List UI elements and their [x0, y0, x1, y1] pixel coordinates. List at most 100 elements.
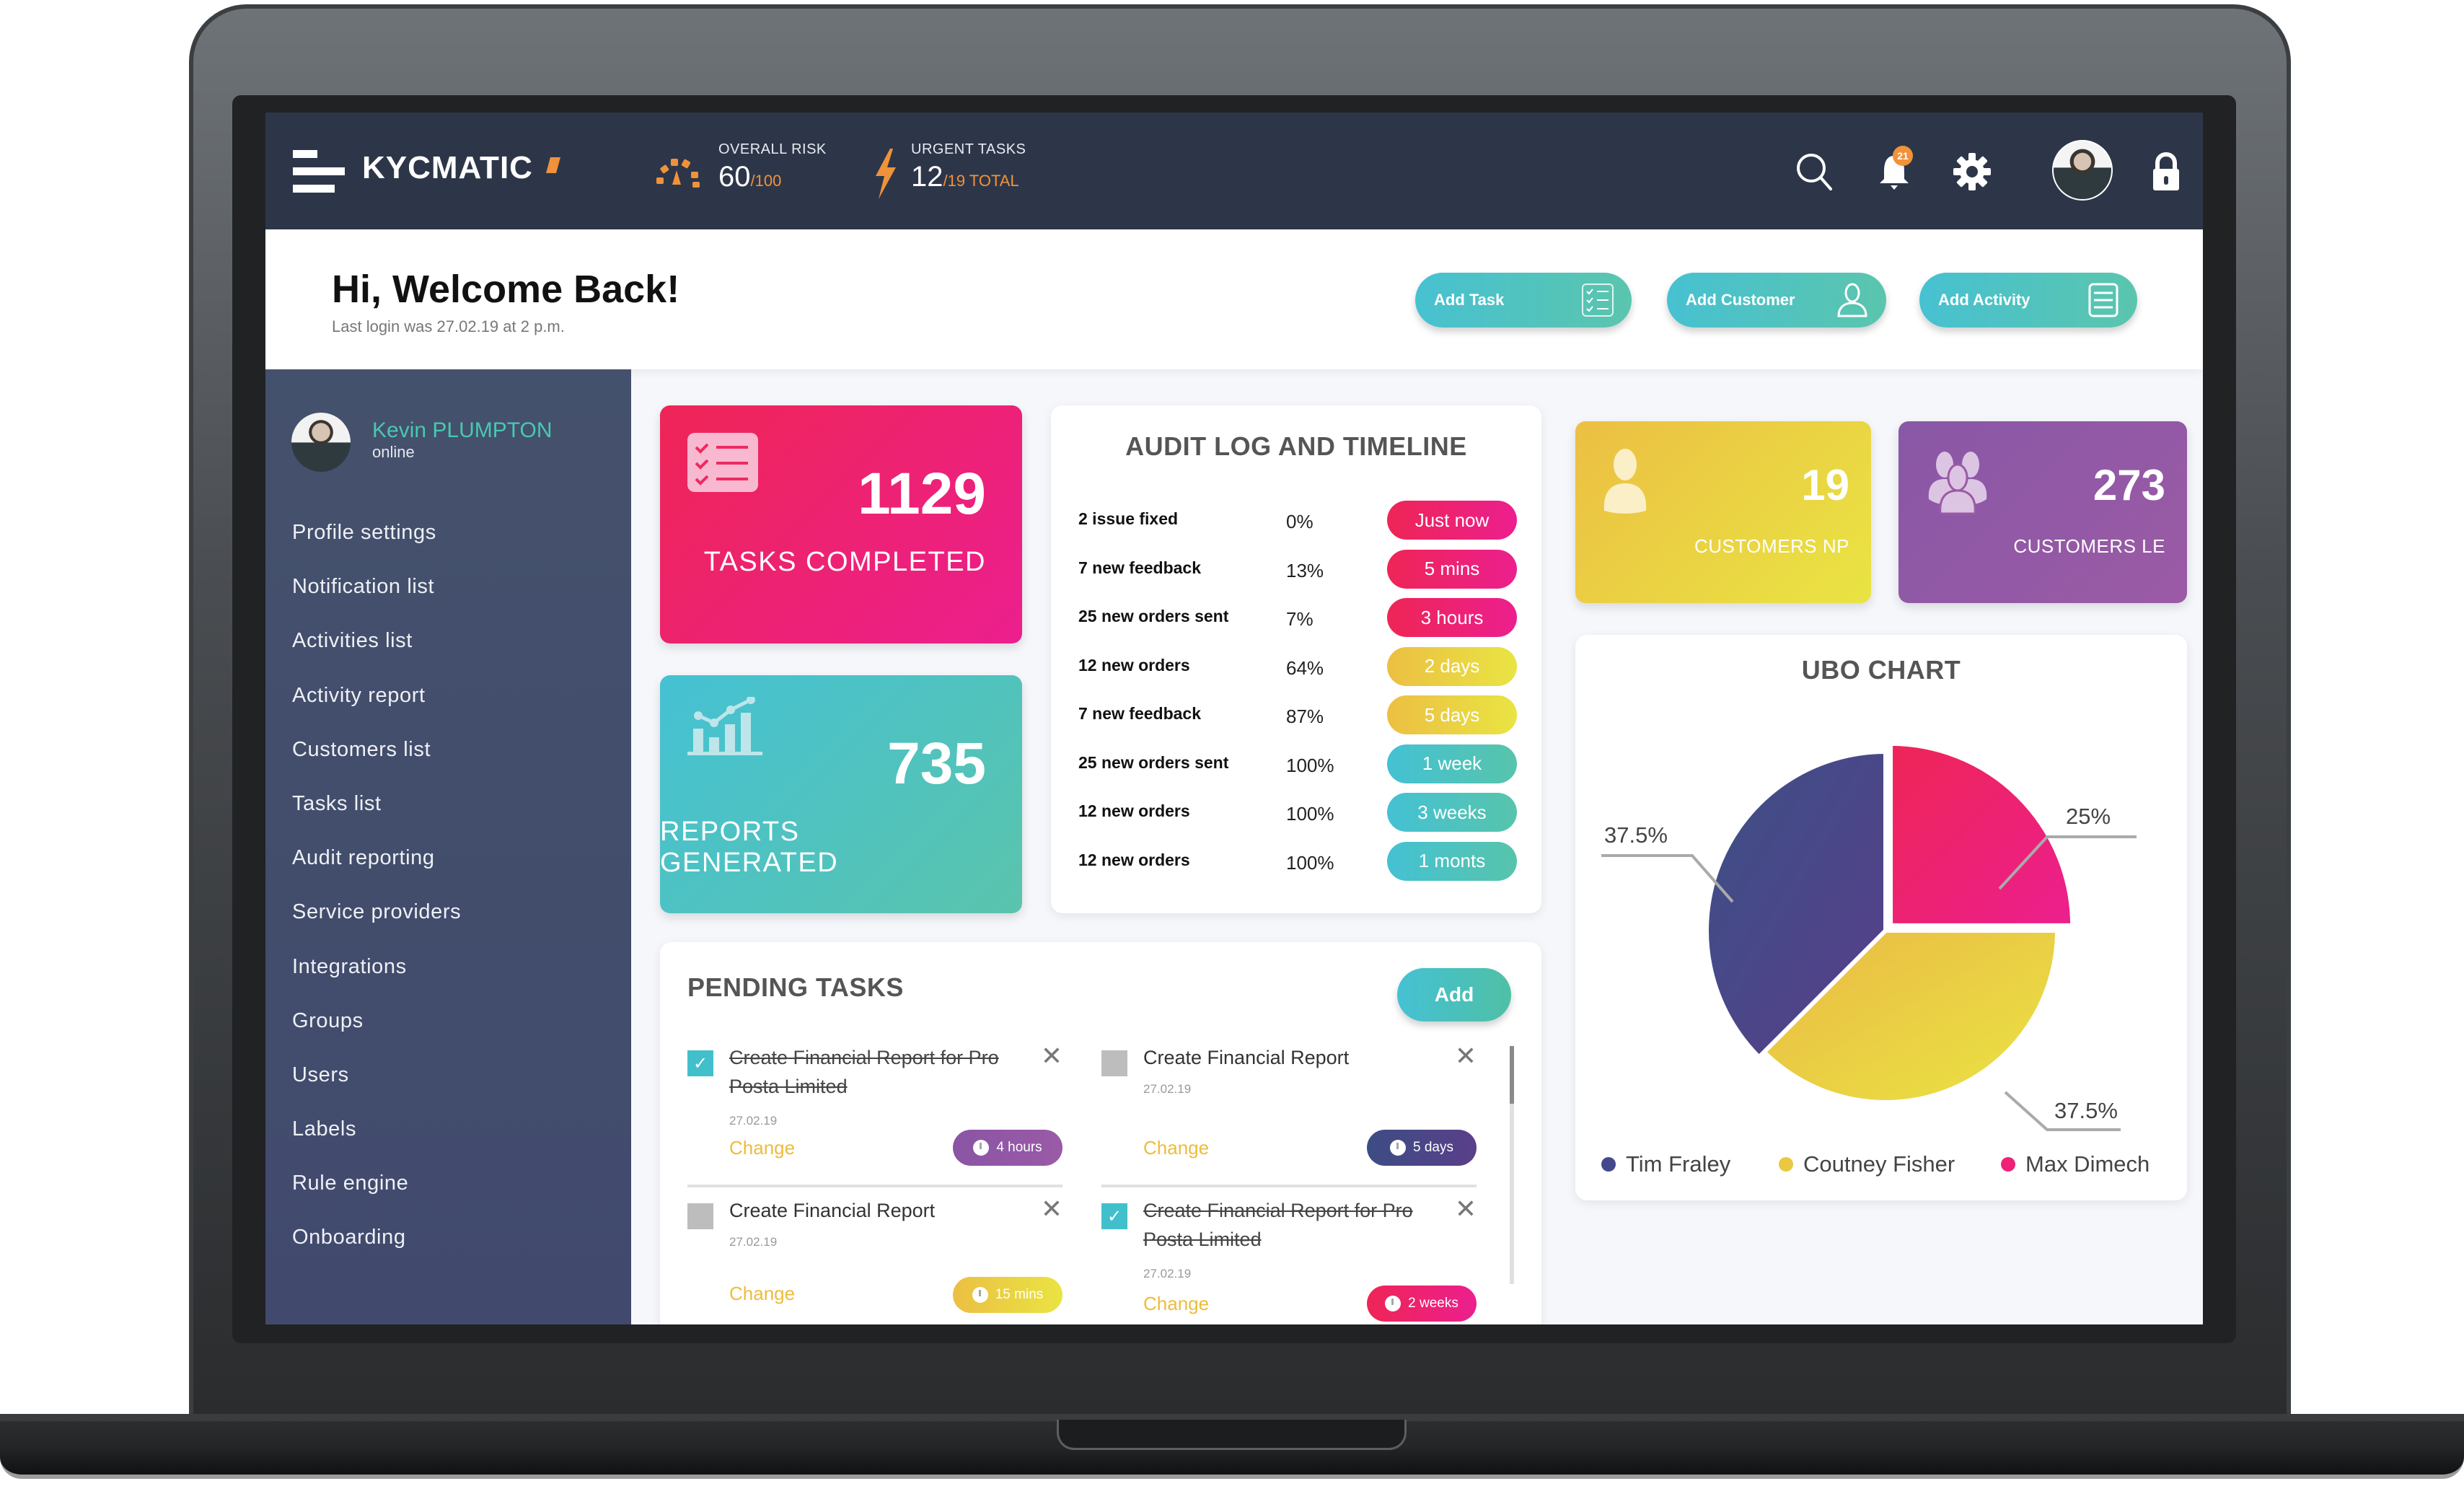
pending-tasks-card: PENDING TASKS Add ✓ Create Financial Repo…: [660, 942, 1541, 1324]
gear-icon[interactable]: [1950, 150, 1994, 193]
sidebar-item-labels[interactable]: Labels: [292, 1117, 461, 1172]
task-divider: [687, 1185, 1062, 1187]
tasks-scrollbar[interactable]: [1510, 1046, 1514, 1284]
reports-generated-card[interactable]: 735 REPORTS GENERATED: [660, 675, 1022, 913]
sidebar-item-groups[interactable]: Groups: [292, 1009, 461, 1063]
pie-slice-max-dimech[interactable]: [1888, 741, 2075, 928]
audit-row: 12 new orders 100% 1 monts: [1078, 841, 1526, 885]
close-icon[interactable]: ✕: [1455, 1196, 1477, 1222]
task-checkbox[interactable]: ✓: [1101, 1203, 1127, 1229]
menu-logo-icon[interactable]: [293, 150, 345, 193]
sidebar-avatar[interactable]: [291, 413, 351, 472]
tasks-scrollbar-thumb[interactable]: [1510, 1046, 1514, 1104]
notifications-button[interactable]: 21: [1873, 146, 1916, 193]
overall-risk-value: 60: [718, 161, 751, 193]
task-change-link[interactable]: Change: [1143, 1137, 1209, 1159]
sidebar-item-notification-list[interactable]: Notification list: [292, 575, 461, 629]
task-checkbox[interactable]: [687, 1203, 713, 1229]
legend-item[interactable]: Tim Fraley: [1601, 1151, 1730, 1177]
tasks-completed-label: TASKS COMPLETED: [703, 547, 986, 577]
sidebar-user-name[interactable]: Kevin PLUMPTON: [372, 418, 553, 443]
search-icon[interactable]: [1793, 150, 1836, 193]
pending-tasks-title: PENDING TASKS: [687, 972, 904, 1002]
sidebar-item-audit-reporting[interactable]: Audit reporting: [292, 846, 461, 900]
audit-row-time-badge: Just now: [1387, 501, 1517, 540]
task-date: 27.02.19: [1143, 1082, 1192, 1096]
audit-row-percent: 13%: [1286, 559, 1324, 581]
logo-accent-mark: [546, 157, 560, 173]
customers-le-card[interactable]: 273 CUSTOMERS LE: [1898, 421, 2187, 603]
legend-label: Max Dimech: [2025, 1151, 2150, 1177]
sidebar-item-tasks-list[interactable]: Tasks list: [292, 792, 461, 846]
task-checkbox[interactable]: [1101, 1050, 1127, 1076]
add-customer-button[interactable]: Add Customer: [1667, 273, 1886, 328]
sidebar-item-onboarding[interactable]: Onboarding: [292, 1226, 461, 1280]
task-due-text: 15 mins: [995, 1287, 1044, 1302]
app-screen: KYCMATIC OVERALL RISK 60/100 URGENT TASK…: [265, 113, 2203, 1324]
welcome-bar: Hi, Welcome Back! Last login was 27.02.1…: [265, 229, 2203, 369]
add-activity-button[interactable]: Add Activity: [1919, 273, 2137, 328]
audit-row-percent: 100%: [1286, 851, 1334, 874]
sidebar-item-activities-list[interactable]: Activities list: [292, 629, 461, 683]
ubo-chart-title: UBO CHART: [1801, 655, 1961, 685]
notification-badge: 21: [1893, 146, 1913, 166]
task-change-link[interactable]: Change: [729, 1283, 795, 1305]
sidebar-item-customers-list[interactable]: Customers list: [292, 738, 461, 792]
sidebar-menu: Profile settings Notification list Activ…: [292, 521, 461, 1280]
audit-row: 12 new orders 100% 3 weeks: [1078, 793, 1526, 836]
sidebar-item-activity-report[interactable]: Activity report: [292, 684, 461, 738]
sidebar-item-profile-settings[interactable]: Profile settings: [292, 521, 461, 575]
close-icon[interactable]: ✕: [1455, 1043, 1477, 1069]
customers-np-label: CUSTOMERS NP: [1694, 535, 1849, 557]
pending-task-item: Create Financial Report ✕ 27.02.19 Change 5 …: [1101, 1043, 1477, 1187]
audit-row: 2 issue fixed 0% Just now: [1078, 501, 1526, 544]
sidebar-item-integrations[interactable]: Integrations: [292, 955, 461, 1009]
audit-row-desc: 2 issue fixed: [1078, 509, 1179, 528]
person-icon: [1603, 449, 1647, 514]
top-bar: KYCMATIC OVERALL RISK 60/100 URGENT TASK…: [265, 113, 2203, 229]
bar-chart-icon: [687, 697, 762, 755]
tasks-completed-card[interactable]: 1129 TASKS COMPLETED: [660, 405, 1022, 643]
audit-row-time-badge: 5 days: [1387, 695, 1517, 734]
task-change-link[interactable]: Change: [1143, 1293, 1209, 1315]
audit-row: 7 new feedback 13% 5 mins: [1078, 549, 1526, 593]
audit-row: 25 new orders sent 7% 3 hours: [1078, 598, 1526, 641]
urgent-tasks: URGENT TASKS 12/19 TOTAL: [911, 141, 1026, 193]
task-change-link[interactable]: Change: [729, 1137, 795, 1159]
audit-row-desc: 25 new orders sent: [1078, 752, 1229, 772]
sidebar-item-rule-engine[interactable]: Rule engine: [292, 1172, 461, 1226]
overall-risk-label: OVERALL RISK: [718, 141, 827, 157]
task-date: 27.02.19: [1143, 1267, 1192, 1280]
legend-dot: [1601, 1157, 1616, 1172]
clock-icon: [972, 1287, 988, 1303]
task-due-badge: 4 hours: [953, 1130, 1062, 1166]
add-pending-task-button[interactable]: Add: [1397, 968, 1511, 1021]
sidebar-user-status: online: [372, 443, 415, 461]
task-due-text: 5 days: [1413, 1140, 1453, 1155]
user-avatar[interactable]: [2052, 140, 2113, 201]
add-customer-label: Add Customer: [1686, 291, 1795, 309]
legend-dot: [1779, 1157, 1793, 1172]
lock-icon[interactable]: [2144, 150, 2188, 193]
close-icon[interactable]: ✕: [1041, 1196, 1062, 1222]
sidebar-item-users[interactable]: Users: [292, 1063, 461, 1117]
overall-risk: OVERALL RISK 60/100: [718, 141, 827, 193]
task-title: Create Financial Report for Pro Posta Li…: [1143, 1200, 1413, 1250]
legend-item[interactable]: Max Dimech: [2001, 1151, 2150, 1177]
reports-generated-label: REPORTS GENERATED: [660, 817, 839, 878]
legend-item[interactable]: Coutney Fisher: [1779, 1151, 1955, 1177]
add-task-button[interactable]: Add Task: [1415, 273, 1632, 328]
urgent-tasks-total: /19 TOTAL: [943, 172, 1019, 190]
audit-row-percent: 87%: [1286, 706, 1324, 727]
clock-icon: [1385, 1296, 1402, 1311]
legend-label: Coutney Fisher: [1803, 1151, 1955, 1177]
customers-np-card[interactable]: 19 CUSTOMERS NP: [1575, 421, 1871, 603]
task-title: Create Financial Report: [729, 1200, 936, 1221]
task-checkbox[interactable]: ✓: [687, 1050, 713, 1076]
task-due-text: 2 weeks: [1408, 1296, 1458, 1311]
audit-log-card: AUDIT LOG AND TIMELINE 2 issue fixed 0% Ju…: [1051, 405, 1541, 913]
close-icon[interactable]: ✕: [1041, 1043, 1062, 1069]
task-due-text: 4 hours: [996, 1140, 1042, 1155]
sidebar-item-service-providers[interactable]: Service providers: [292, 900, 461, 954]
audit-row-desc: 12 new orders: [1078, 850, 1190, 869]
